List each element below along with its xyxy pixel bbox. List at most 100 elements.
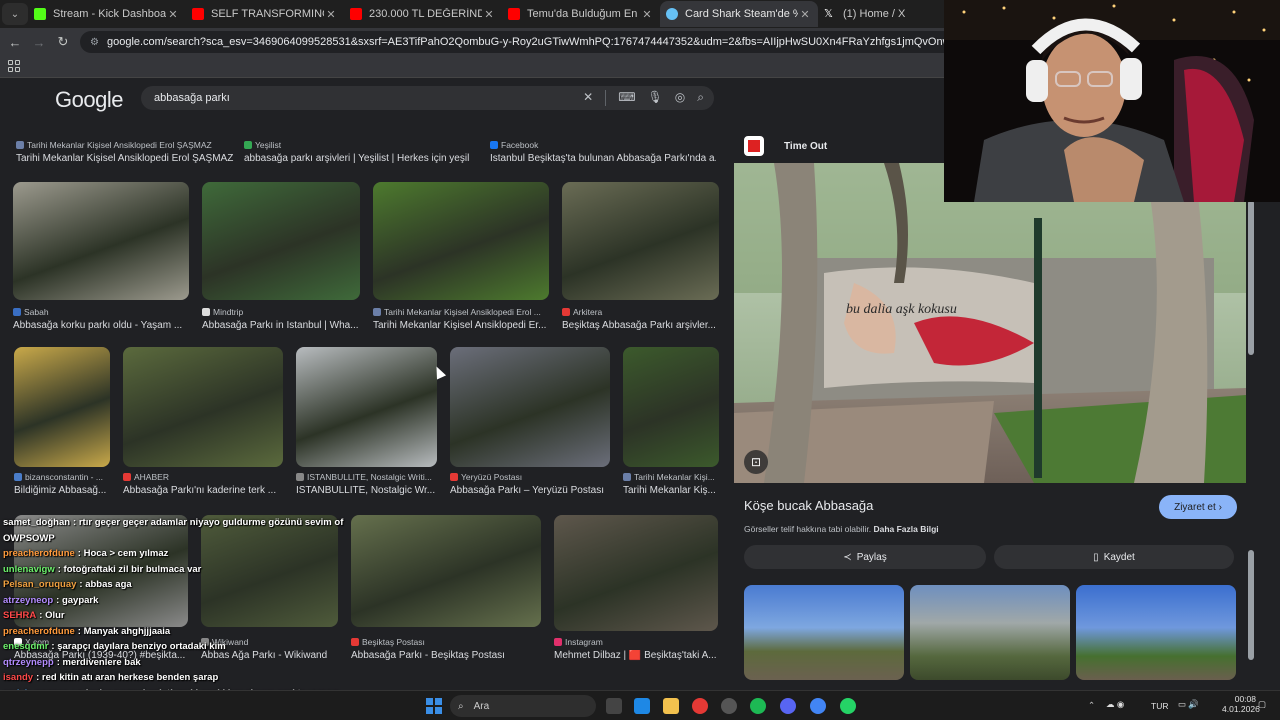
result-thumbnail[interactable] [351,515,541,627]
result-source[interactable]: Yeryüzü Postası [450,472,620,482]
chrome-icon[interactable] [692,698,708,714]
lens-icon[interactable]: ◎ [675,90,685,106]
result-title[interactable]: Tarihi Mekanlar Kişisel Ansiklopedi Erol… [16,153,240,164]
notifications-icon[interactable]: ▢ [1258,699,1266,710]
spotify-icon[interactable] [750,698,766,714]
file-explorer-icon[interactable] [663,698,679,714]
chat-username: Pelsan_oruquay [3,579,77,590]
close-icon[interactable]: ✕ [640,8,654,21]
result-source[interactable]: Beşiktaş Postası [351,637,551,647]
save-button[interactable]: ▯ Kaydet [994,545,1234,569]
copyright-notice: Görseller telif hakkına tabi olabilir. D… [744,524,939,534]
tab-search-button[interactable]: ⌄ [2,3,28,25]
result-thumbnail[interactable] [450,347,610,467]
keyboard-icon[interactable]: ⌨ [618,90,635,106]
result-thumbnail[interactable] [14,347,110,467]
result-source[interactable]: Mindtrip [202,307,370,317]
result-title[interactable]: Beşiktaş Abbasağa Parkı arşivler... [562,320,730,331]
close-icon[interactable]: ✕ [324,8,338,21]
related-image-1[interactable] [744,585,904,680]
result-source[interactable]: ISTANBULLITE, Nostalgic Writi... [296,472,447,482]
result-title[interactable]: Mehmet Dilbaz | 🟥 Beşiktaş'taki A... [554,650,730,661]
google-logo[interactable]: Google [55,87,123,113]
result-thumbnail[interactable] [373,182,549,300]
panel-scrollbar[interactable] [1248,200,1254,670]
language-indicator[interactable]: TUR [1151,701,1168,711]
result-source[interactable]: Arkitera [562,307,729,317]
scrollbar-thumb[interactable] [1248,200,1254,355]
result-source[interactable]: Yeşilist [244,140,476,150]
learn-more-link[interactable]: Daha Fazla Bilgi [873,524,938,534]
back-arrow-icon[interactable]: ← [3,35,27,50]
share-button[interactable]: ≺ Paylaş [744,545,986,569]
site-info-icon[interactable]: ⚙ [90,37,99,48]
result-source[interactable]: Tarihi Mekanlar Kişi... [623,472,729,482]
tab-youtube-3[interactable]: Temu'da Bulduğum En Garip Ü ✕ [502,1,660,27]
result-source[interactable]: Instagram [554,637,728,647]
store-icon[interactable] [634,698,650,714]
result-title[interactable]: İstanbul Beşiktaş'ta bulunan Abbasağa Pa… [490,153,716,164]
result-thumbnail[interactable] [554,515,718,631]
page-scrollbar-thumb[interactable] [1248,550,1254,660]
close-icon[interactable]: ✕ [482,8,496,21]
whatsapp-icon[interactable] [840,698,856,714]
result-thumbnail[interactable] [623,347,719,467]
search-input[interactable]: abbasağa parkı [154,92,230,104]
result-source[interactable]: Facebook [490,140,714,150]
network-volume-icons[interactable]: ▭ 🔊 [1178,699,1199,710]
clock[interactable]: 00:08 4.01.2026 [1222,694,1260,714]
clear-icon[interactable]: ✕ [583,90,593,106]
result-title[interactable]: Abbasağa Parkı'nı kaderine terk ... [123,485,295,496]
site-favicon-icon [13,308,21,316]
result-thumbnail[interactable] [202,182,360,300]
close-icon[interactable]: ✕ [798,8,812,21]
tab-youtube-2[interactable]: 230.000 TL DEĞERİNDE TOPLU ✕ [344,1,502,27]
reload-icon[interactable]: ↻ [51,34,75,50]
result-thumbnail[interactable] [296,347,437,467]
search-icon[interactable]: ⌕ [697,90,704,106]
tab-steam-card-shark[interactable]: Card Shark Steam'de %70 İndir ✕ [660,1,818,27]
result-thumbnail[interactable] [123,347,283,467]
result-title[interactable]: Abbasağa korku parkı oldu - Yaşam ... [13,320,201,331]
panel-source[interactable]: Time Out [744,136,827,156]
tab-youtube-1[interactable]: SELF TRANSFORMING OPTIMUM ✕ [186,1,344,27]
start-icon[interactable] [426,698,442,714]
close-icon[interactable]: ✕ [166,8,180,21]
preview-title[interactable]: Köşe bucak Abbasağa [744,498,873,513]
preview-image[interactable]: bu dalia aşk kokusu [734,163,1246,483]
tray-chevron-icon[interactable]: ⌃ [1088,700,1095,711]
result-title[interactable]: Tarihi Mekanlar Kişisel Ansiklopedi Er..… [373,320,561,331]
chat-username: SEHRA [3,610,37,621]
result-source[interactable]: Sabah [13,307,199,317]
forward-arrow-icon[interactable]: → [27,35,51,50]
microphone-icon[interactable]: 🎙 [648,90,663,106]
tray-apps-icon[interactable]: ☁ ◉ [1106,699,1124,710]
apps-grid-icon[interactable] [8,60,20,72]
search-box[interactable]: abbasağa parkı ✕ ⌨ 🎙 ◎ ⌕ [141,86,714,110]
result-title[interactable]: Abbasağa Parkı in Istanbul | Wha... [202,320,372,331]
result-title[interactable]: Bildiğimiz Abbasağ... [14,485,122,496]
result-title[interactable]: Abbasağa Parkı - Beşiktaş Postası [351,650,553,661]
result-source[interactable]: Tarihi Mekanlar Kişisel Ansiklopedi Erol… [16,140,238,150]
app-icon[interactable] [721,698,737,714]
result-source[interactable]: bizansconstantin - ... [14,472,120,482]
lens-search-icon[interactable]: ⊡ [744,450,768,474]
result-source[interactable]: Tarihi Mekanlar Kişisel Ansiklopedi Erol… [373,307,559,317]
related-image-3[interactable] [1076,585,1236,680]
chrome-profile-icon[interactable] [810,698,826,714]
result-thumbnail[interactable] [562,182,719,300]
result-title[interactable]: ISTANBULLITE, Nostalgic Wr... [296,485,449,496]
result-source[interactable]: AHABER [123,472,293,482]
result-thumbnail[interactable] [13,182,189,300]
result-title[interactable]: Tarihi Mekanlar Kiş... [623,485,730,496]
tab-kick-dashboard[interactable]: Stream - Kick Dashboard ✕ [28,1,186,27]
result-title[interactable]: Abbasağa Parkı – Yeryüzü Postası [450,485,622,496]
task-view-icon[interactable] [606,698,622,714]
taskbar-search[interactable]: ⌕ Ara [450,695,596,717]
result-title[interactable]: abbasağa parkı arşivleri | Yeşilist | He… [244,153,478,164]
discord-icon[interactable] [780,698,796,714]
visit-button[interactable]: Ziyaret et › [1159,495,1237,519]
site-favicon-icon [202,308,210,316]
site-favicon-icon [623,473,631,481]
related-image-2[interactable] [910,585,1070,680]
